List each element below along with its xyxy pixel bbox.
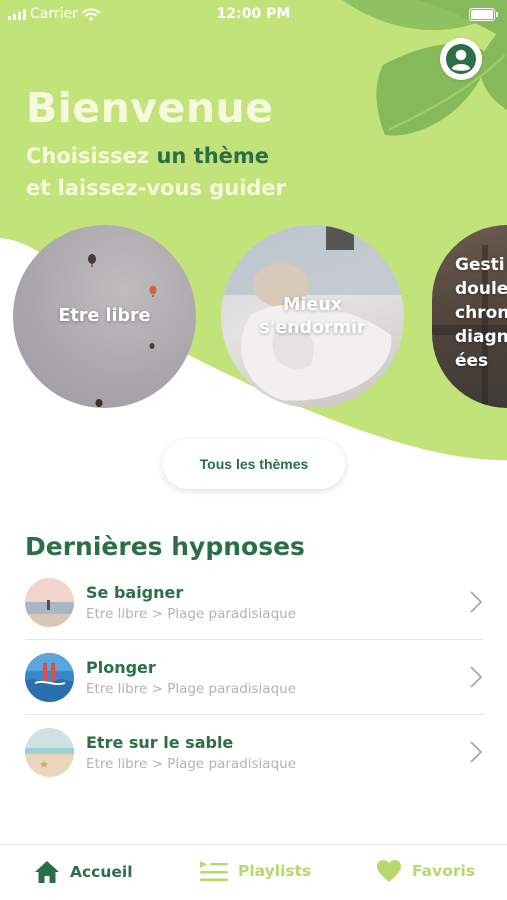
home-icon (35, 861, 59, 883)
thumbnail (25, 728, 74, 777)
playlist-icon (200, 861, 228, 881)
item-path: Etre libre > Plage paradisiaque (86, 606, 297, 622)
theme-label: Gesti doule chron diagn ées (455, 255, 507, 371)
status-bar: Carrier 12:00 PM (0, 0, 507, 28)
user-icon (446, 44, 476, 74)
item-title: Plonger (86, 658, 156, 677)
tab-home[interactable]: Accueil (34, 859, 133, 885)
list-item[interactable]: Plonger Etre libre > Plage paradisiaque (25, 640, 483, 715)
tab-favorites[interactable]: Favoris (376, 859, 475, 883)
item-path: Etre libre > Plage paradisiaque (86, 756, 297, 772)
item-title: Se baigner (86, 583, 184, 602)
battery-icon (469, 8, 498, 21)
list-item[interactable]: Se baigner Etre libre > Plage paradisiaq… (25, 565, 483, 640)
item-title: Etre sur le sable (86, 733, 234, 752)
tab-label: Playlists (238, 862, 312, 880)
subtitle-line2: et laissez-vous guider (26, 176, 287, 200)
profile-button[interactable] (440, 38, 482, 80)
recent-list: Se baigner Etre libre > Plage paradisiaq… (25, 565, 483, 790)
heart-icon (377, 860, 401, 882)
page-subtitle: Choisissez un thème et laissez-vous guid… (26, 140, 286, 204)
all-themes-button[interactable]: Tous les thèmes (163, 439, 345, 489)
list-item[interactable]: Etre sur le sable Etre libre > Plage par… (25, 715, 483, 790)
tab-label: Accueil (70, 863, 133, 881)
tab-bar: Accueil Playlists Favoris (0, 844, 507, 900)
item-path: Etre libre > Plage paradisiaque (86, 681, 297, 697)
recent-title: Dernières hypnoses (25, 532, 305, 561)
thumbnail (25, 578, 74, 627)
chevron-right-icon (470, 591, 483, 613)
theme-card[interactable]: Gesti doule chron diagn ées (432, 225, 507, 408)
theme-card[interactable]: Etre libre (13, 225, 196, 408)
chevron-right-icon (470, 741, 483, 763)
tab-label: Favoris (412, 862, 476, 880)
chevron-right-icon (470, 666, 483, 688)
thumbnail (25, 653, 74, 702)
theme-card[interactable]: Mieux s'endormir (221, 225, 404, 408)
theme-carousel[interactable]: Etre libre Mieux s'endormir Gesti doule … (0, 225, 507, 410)
page-title: Bienvenue (26, 84, 274, 132)
subtitle-accent: un thème (156, 144, 270, 168)
theme-label: Mieux s'endormir (259, 294, 366, 338)
theme-label: Etre libre (58, 306, 151, 326)
subtitle-text: Choisissez (26, 144, 157, 168)
status-time: 12:00 PM (216, 6, 291, 22)
tab-playlists[interactable]: Playlists (200, 859, 311, 883)
